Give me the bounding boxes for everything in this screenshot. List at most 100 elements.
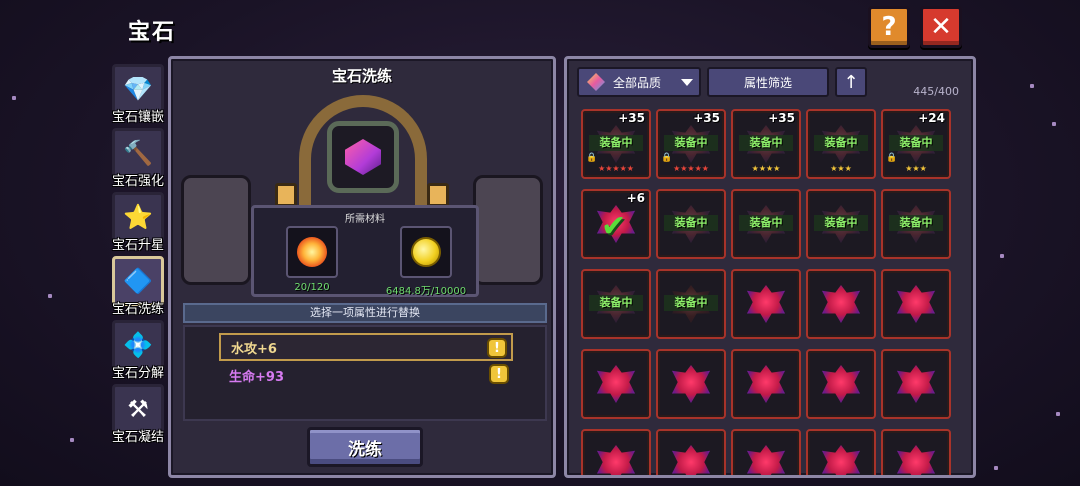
background-star [70,438,74,442]
quality-filter-label: 全部品质 [613,75,662,90]
background-star [994,466,998,470]
gem-stars: ★★★★ [751,164,781,173]
gem-slot[interactable] [656,349,726,419]
lock-icon: 🔒 [661,153,673,163]
lock-icon: 🔒 [586,153,598,163]
tab-gem-refine[interactable]: 🔷 宝石洗练 [108,254,168,318]
material-slot-gold[interactable] [400,226,452,278]
gem-icon [597,365,635,403]
attribute-text: 水攻+6 [231,341,277,357]
gem-icon [897,285,935,323]
equipped-badge: 装备中 [814,215,868,231]
gem-slot[interactable] [731,429,801,475]
gem-slot[interactable]: +35 装备中 🔒 ★★★★★ [656,109,726,179]
gem-slot[interactable]: +24 装备中 🔒 ★★★ [881,109,951,179]
tab-gem-enhance[interactable]: 🔨 宝石强化 [108,126,168,190]
attribute-row-health[interactable]: 生命+93 ! [219,361,513,389]
close-button[interactable]: ✕ [920,6,962,48]
sort-button[interactable]: ↑ [835,67,867,97]
selected-gem-slot[interactable] [327,121,399,193]
gem-slot[interactable]: +35 装备中 🔒 ★★★★★ [581,109,651,179]
gem-slot[interactable] [656,429,726,475]
gem-icon [597,445,635,475]
gem-slot[interactable] [881,349,951,419]
gem-slot[interactable] [581,429,651,475]
tab-gem-condense[interactable]: ⚒ 宝石凝结 [108,382,168,446]
attribute-row-water-attack[interactable]: 水攻+6 ! [219,333,513,361]
background-star [1056,412,1060,416]
gem-stars: ★★★ [905,164,927,173]
lock-icon: 🔒 [886,153,898,163]
materials-title: 所需材料 [345,214,385,225]
gem-icon [897,445,935,475]
equipped-badge: 装备中 [589,295,643,311]
gem-slot[interactable]: 装备中 [656,189,726,259]
tab-gem-inlay[interactable]: 💎 宝石镶嵌 [108,62,168,126]
refine-panel: 宝石洗练 魔神石-帕尔 所需材料 20/120 6484.8万/10000 选择… [168,56,556,478]
attribute-list: 水攻+6 ! 生命+93 ! [183,325,547,421]
warning-icon[interactable]: ! [487,338,507,358]
gem-slot[interactable]: 装备中 [581,269,651,339]
fire-essence-icon [297,237,327,267]
gem-slot[interactable]: 装备中 [881,189,951,259]
gem-icon [747,285,785,323]
side-tab-list: 💎 宝石镶嵌 🔨 宝石强化 ⭐ 宝石升星 🔷 宝石洗练 💠 宝石分解 ⚒ 宝石凝… [108,62,168,446]
tab-label: 宝石升星 [111,238,164,253]
gem-level: +35 [768,111,795,125]
tab-label: 宝石镶嵌 [111,110,164,125]
gem-slot[interactable]: 装备中 [806,189,876,259]
inventory-capacity: 445/400 [913,85,959,98]
gem-slot[interactable] [731,349,801,419]
gem-inventory-panel: 全部品质 属性筛选 ↑ 445/400 +35 装备中 🔒 ★★★★★ +35 装备中 🔒 ★… [564,56,976,478]
gem-level: +24 [918,111,945,125]
gem-slot[interactable] [806,349,876,419]
gem-stars: ★★★★★ [673,164,709,173]
gem-icon [822,445,860,475]
background-star [48,294,52,298]
quality-icon [587,73,605,91]
background-star [1052,122,1056,126]
tab-gem-star[interactable]: ⭐ 宝石升星 [108,190,168,254]
gem-icon [672,365,710,403]
gem-slot[interactable]: +6 ✔ [581,189,651,259]
forge-machine-left [181,175,251,285]
attribute-text: 生命+93 [229,369,284,385]
gem-slot[interactable] [806,429,876,475]
quality-filter-dropdown[interactable]: 全部品质 [577,67,701,97]
lamp-right [427,183,449,207]
equipped-badge: 装备中 [739,135,793,151]
gem-slot[interactable]: 装备中 [731,189,801,259]
attribute-filter-button[interactable]: 属性筛选 [707,67,829,97]
gem-slot[interactable] [806,269,876,339]
background-star [1000,254,1004,258]
warning-icon[interactable]: ! [489,364,509,384]
tab-label: 宝石洗练 [111,302,164,317]
background-star [1030,84,1034,88]
gem-slot[interactable]: 装备中 [656,269,726,339]
gem-level: +6 [626,191,645,205]
gem-slot[interactable] [881,429,951,475]
material-slot-essence[interactable] [286,226,338,278]
equipped-badge: 装备中 [889,135,943,151]
gem-slot[interactable] [731,269,801,339]
gem-slot[interactable] [881,269,951,339]
material-count-essence: 20/120 [294,282,330,293]
gem-level: +35 [693,111,720,125]
equipped-badge: 装备中 [814,135,868,151]
check-icon: ✔ [601,209,627,244]
choose-attribute-hint: 选择一项属性进行替换 [183,303,547,323]
background-star [12,96,16,100]
tab-gem-decompose[interactable]: 💠 宝石分解 [108,318,168,382]
gem-slot[interactable]: +35 装备中 ★★★★ [731,109,801,179]
help-button[interactable]: ? [868,6,910,48]
page-title: 宝石 [128,20,177,45]
equipped-badge: 装备中 [664,215,718,231]
gem-icon [822,285,860,323]
gem-slot[interactable]: 装备中 ★★★ [806,109,876,179]
gem-slot[interactable] [581,349,651,419]
gold-coin-icon [411,237,441,267]
equipped-badge: 装备中 [889,215,943,231]
gem-level: +35 [618,111,645,125]
refine-button[interactable]: 洗练 [307,427,423,467]
gem-icon [747,445,785,475]
